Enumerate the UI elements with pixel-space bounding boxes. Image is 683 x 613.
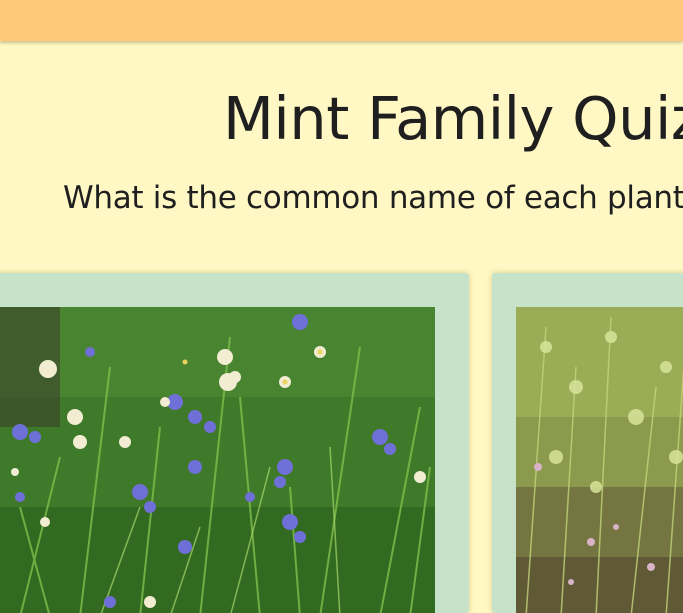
quiz-card-2[interactable] (492, 273, 683, 613)
page-title: Mint Family Quiz (223, 84, 683, 153)
quiz-instructions: What is the common name of each plant (63, 180, 683, 216)
plant-photo-2 (516, 307, 683, 613)
quiz-header: Mint Family Quiz What is the common name… (0, 41, 683, 273)
plant-photo-1 (0, 307, 435, 613)
quiz-card-1[interactable] (0, 273, 469, 613)
top-bar (0, 0, 683, 41)
